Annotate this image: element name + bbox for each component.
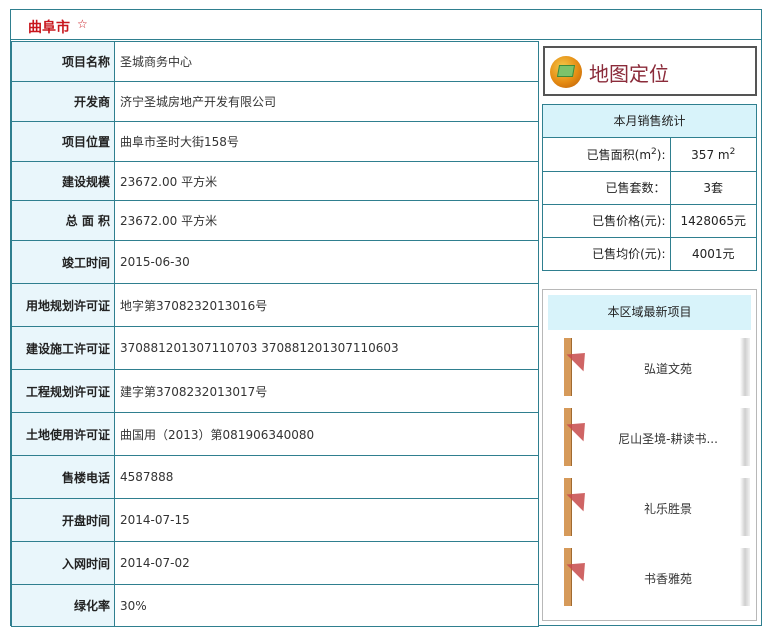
project-name[interactable]: 礼乐胜景 (598, 500, 738, 517)
latest-title: 本区域最新项目 (548, 295, 751, 330)
sold-area-label: 已售面积(m2): (543, 138, 671, 171)
row-label: 建设施工许可证 (11, 326, 115, 370)
map-locate-button[interactable]: 地图定位 (543, 46, 757, 96)
table-row: 土地使用许可证 曲国用（2013）第081906340080 (11, 412, 539, 456)
latest-project-item[interactable]: 尼山圣境-耕读书... (564, 408, 750, 466)
title-bar: 曲阜市 ☆ (11, 10, 761, 40)
city-title: 曲阜市 (28, 20, 70, 36)
avg-price-value: 4001元 (670, 236, 756, 270)
row-value: 2015-06-30 (114, 240, 539, 284)
row-value: 济宁圣城房地产开发有限公司 (114, 81, 539, 122)
row-value: 2014-07-15 (114, 498, 539, 542)
sold-price-label: 已售价格(元): (543, 203, 671, 237)
project-name[interactable]: 书香雅苑 (598, 570, 738, 587)
table-row: 绿化率 30% (11, 584, 539, 627)
table-row: 总 面 积 23672.00 平方米 (11, 200, 539, 241)
star-icon[interactable]: ☆ (77, 17, 88, 31)
row-value: 建字第3708232013017号 (114, 369, 539, 413)
row-label: 开发商 (11, 81, 115, 122)
table-row: 用地规划许可证 地字第3708232013016号 (11, 283, 539, 327)
sales-title: 本月销售统计 (543, 105, 756, 138)
latest-projects-box: 本区域最新项目 弘道文苑 尼山圣境-耕读书... 礼乐胜景 书香雅苑 (542, 289, 757, 621)
table-row: 工程规划许可证 建字第3708232013017号 (11, 369, 539, 413)
project-name[interactable]: 尼山圣境-耕读书... (598, 430, 738, 447)
sold-count-value: 3套 (670, 170, 756, 204)
table-row: 竣工时间 2015-06-30 (11, 240, 539, 284)
table-row: 开盘时间 2014-07-15 (11, 498, 539, 542)
table-row: 入网时间 2014-07-02 (11, 541, 539, 585)
table-row: 已售均价(元): 4001元 (543, 236, 756, 270)
row-label: 绿化率 (11, 584, 115, 627)
row-value: 2014-07-02 (114, 541, 539, 585)
table-row: 建设规模 23672.00 平方米 (11, 161, 539, 201)
table-row: 开发商 济宁圣城房地产开发有限公司 (11, 81, 539, 122)
row-label: 土地使用许可证 (11, 412, 115, 456)
row-value: 4587888 (114, 455, 539, 499)
row-value: 圣城商务中心 (114, 41, 539, 82)
row-value: 曲阜市圣时大街158号 (114, 121, 539, 162)
row-value: 地字第3708232013016号 (114, 283, 539, 327)
project-name[interactable]: 弘道文苑 (598, 360, 738, 377)
row-label: 总 面 积 (11, 200, 115, 241)
row-label: 售楼电话 (11, 455, 115, 499)
table-row: 建设施工许可证 370881201307110703 37088120130711… (11, 326, 539, 370)
row-label: 开盘时间 (11, 498, 115, 542)
row-label: 项目名称 (11, 41, 115, 82)
table-row: 已售面积(m2): 357 m2 (543, 138, 756, 171)
monthly-sales-box: 本月销售统计 已售面积(m2): 357 m2 已售套数： 3套 已售价格(元)… (542, 104, 757, 271)
sold-area-value: 357 m2 (691, 146, 736, 162)
table-row: 已售价格(元): 1428065元 (543, 203, 756, 237)
map-locate-label: 地图定位 (589, 62, 669, 86)
sales-table: 已售面积(m2): 357 m2 已售套数： 3套 已售价格(元): 14280… (543, 138, 756, 270)
project-info-table: 项目名称 圣城商务中心 开发商 济宁圣城房地产开发有限公司 项目位置 曲阜市圣时大街1… (11, 41, 539, 627)
table-row: 项目名称 圣城商务中心 (11, 41, 539, 82)
latest-project-item[interactable]: 礼乐胜景 (564, 478, 750, 536)
row-label: 入网时间 (11, 541, 115, 585)
sold-price-value: 1428065元 (670, 203, 756, 237)
row-value: 23672.00 平方米 (114, 200, 539, 241)
row-label: 用地规划许可证 (11, 283, 115, 327)
project-detail-panel: 曲阜市 ☆ 项目名称 圣城商务中心 开发商 济宁圣城房地产开发有限公司 项目位置 曲阜… (10, 9, 762, 627)
latest-project-item[interactable]: 弘道文苑 (564, 338, 750, 396)
row-value: 30% (114, 584, 539, 627)
row-label: 竣工时间 (11, 240, 115, 284)
table-row: 售楼电话 4587888 (11, 455, 539, 499)
sold-count-label: 已售套数： (543, 170, 671, 204)
map-pin-icon (550, 56, 582, 88)
row-label: 建设规模 (11, 161, 115, 201)
row-value: 曲国用（2013）第081906340080 (114, 412, 539, 456)
table-row: 项目位置 曲阜市圣时大街158号 (11, 121, 539, 162)
row-value: 23672.00 平方米 (114, 161, 539, 201)
table-row: 已售套数： 3套 (543, 170, 756, 204)
row-label: 项目位置 (11, 121, 115, 162)
row-value: 370881201307110703 370881201307110603 (114, 326, 539, 370)
avg-price-label: 已售均价(元): (543, 236, 671, 270)
latest-project-item[interactable]: 书香雅苑 (564, 548, 750, 606)
row-label: 工程规划许可证 (11, 369, 115, 413)
